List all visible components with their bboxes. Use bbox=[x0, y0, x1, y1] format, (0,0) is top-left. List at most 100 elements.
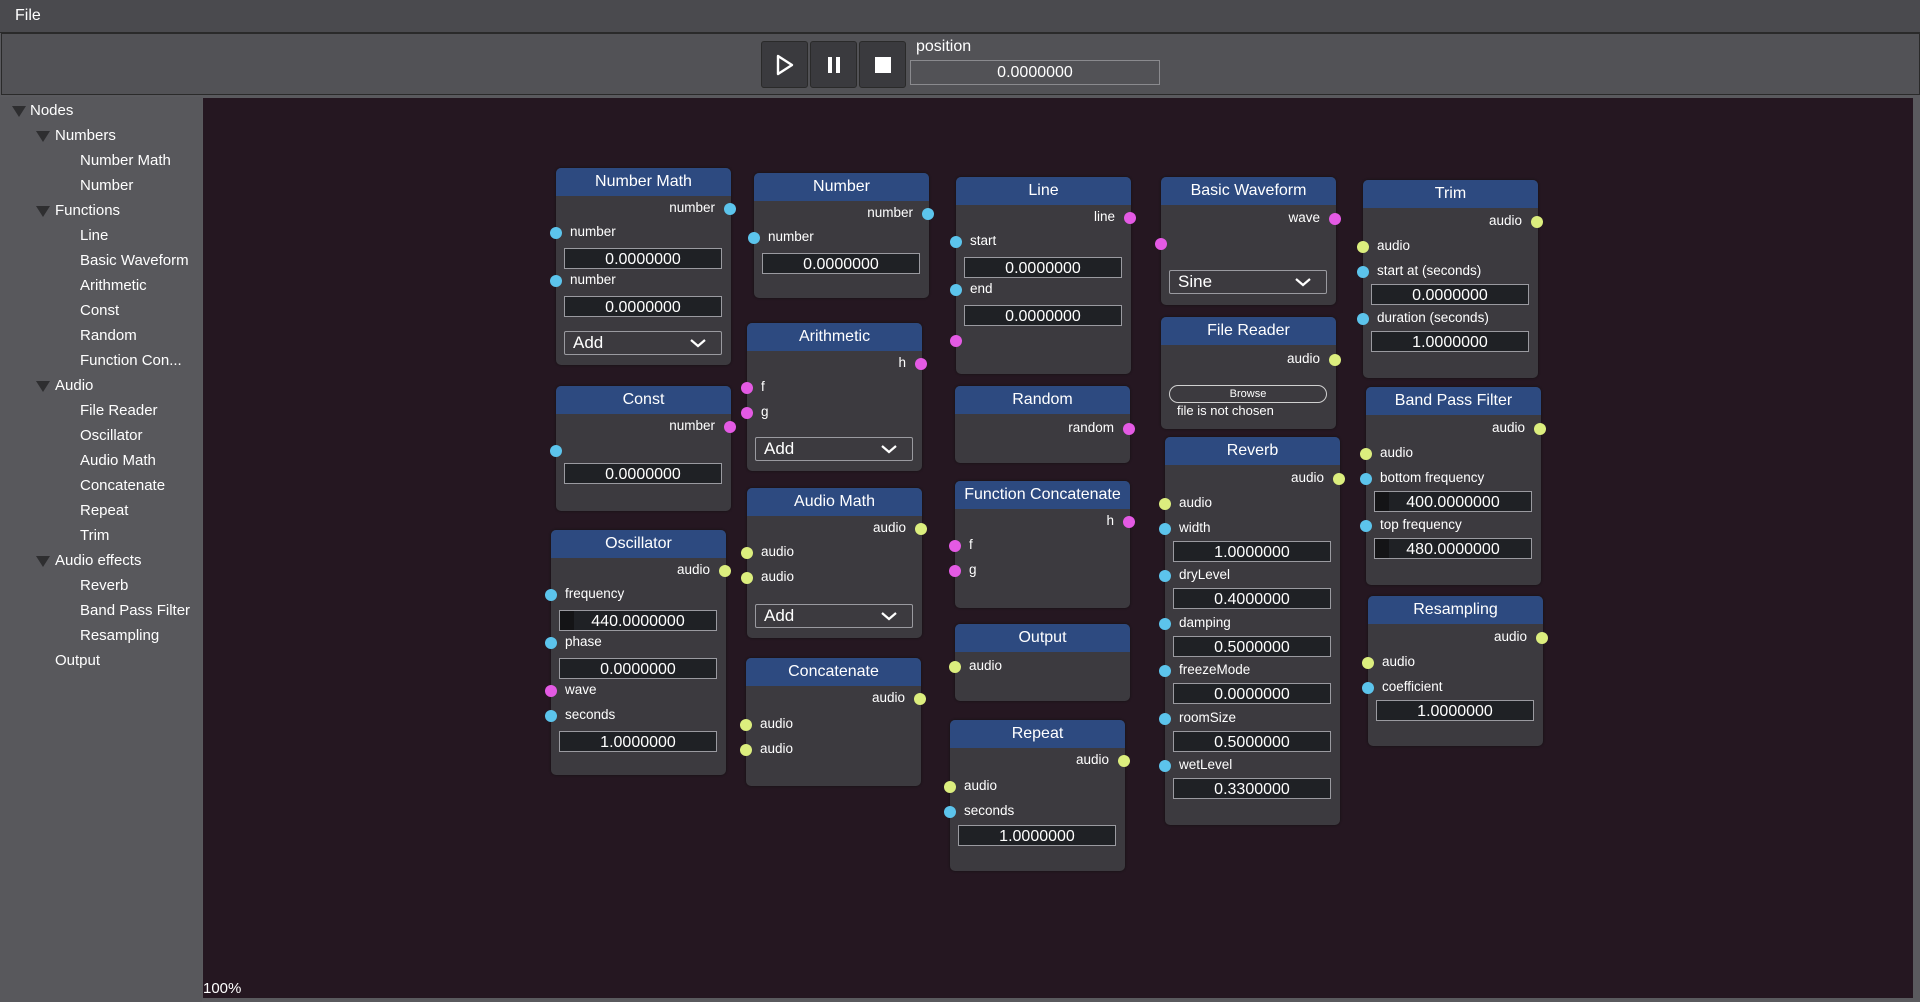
node-title[interactable]: Audio Math bbox=[747, 488, 922, 516]
pause-button[interactable] bbox=[810, 41, 857, 88]
tree-item-nodes[interactable]: Nodes bbox=[30, 102, 73, 119]
seconds-field[interactable]: 1.0000000 bbox=[559, 731, 717, 752]
tree-item-number-math[interactable]: Number Math bbox=[80, 152, 171, 169]
tree-item-concatenate[interactable]: Concatenate bbox=[80, 477, 165, 494]
output-port[interactable] bbox=[915, 358, 927, 370]
output-port[interactable] bbox=[1123, 516, 1135, 528]
tree-item-band-pass-filter[interactable]: Band Pass Filter bbox=[80, 602, 190, 619]
operation-select[interactable]: Add bbox=[755, 604, 913, 628]
output-port[interactable] bbox=[1534, 423, 1546, 435]
tree-item-line[interactable]: Line bbox=[80, 227, 108, 244]
output-port[interactable] bbox=[1329, 213, 1341, 225]
tree-item-audio[interactable]: Audio bbox=[55, 377, 93, 394]
output-port[interactable] bbox=[1531, 216, 1543, 228]
number-field[interactable]: 0.0000000 bbox=[564, 463, 722, 484]
stop-button[interactable] bbox=[859, 41, 906, 88]
damping-field[interactable]: 0.5000000 bbox=[1173, 636, 1331, 657]
node-resampling[interactable]: Resampling audio audio coefficient 1.000… bbox=[1362, 596, 1548, 746]
node-canvas[interactable]: Number Math number number 0.0000000 numb… bbox=[203, 98, 1913, 998]
expand-triangle-icon[interactable] bbox=[12, 106, 26, 117]
tree-item-const[interactable]: Const bbox=[80, 302, 119, 319]
output-port[interactable] bbox=[914, 693, 926, 705]
node-concatenate[interactable]: Concatenate audio audio audio bbox=[740, 658, 926, 786]
duration-field[interactable]: 1.0000000 bbox=[1371, 331, 1529, 352]
node-audio-math[interactable]: Audio Math audio audio audio Add bbox=[741, 488, 927, 638]
node-title[interactable]: Line bbox=[956, 177, 1131, 205]
node-title[interactable]: Arithmetic bbox=[747, 323, 922, 351]
operation-select[interactable]: Add bbox=[755, 437, 913, 461]
node-title[interactable]: Const bbox=[556, 386, 731, 414]
start-field[interactable]: 0.0000000 bbox=[964, 257, 1122, 278]
output-port[interactable] bbox=[922, 208, 934, 220]
node-title[interactable]: Reverb bbox=[1165, 437, 1340, 465]
node-line[interactable]: Line line start 0.0000000 end 0.0000000 bbox=[950, 177, 1136, 374]
expand-triangle-icon[interactable] bbox=[36, 206, 50, 217]
browse-button[interactable]: Browse bbox=[1169, 385, 1327, 403]
input-port[interactable] bbox=[950, 335, 962, 347]
start-field[interactable]: 0.0000000 bbox=[1371, 284, 1529, 305]
node-arithmetic[interactable]: Arithmetic h f g Add bbox=[741, 323, 927, 471]
frequency-field[interactable]: 440.0000000 bbox=[559, 610, 717, 631]
node-number-math[interactable]: Number Math number number 0.0000000 numb… bbox=[550, 168, 736, 365]
node-title[interactable]: Number Math bbox=[556, 168, 731, 196]
output-port[interactable] bbox=[1329, 354, 1341, 366]
output-port[interactable] bbox=[724, 203, 736, 215]
node-title[interactable]: Output bbox=[955, 624, 1130, 652]
tree-item-repeat[interactable]: Repeat bbox=[80, 502, 128, 519]
tree-item-oscillator[interactable]: Oscillator bbox=[80, 427, 143, 444]
number-field[interactable]: 0.0000000 bbox=[564, 296, 722, 317]
node-number[interactable]: Number number number 0.0000000 bbox=[748, 173, 934, 298]
node-title[interactable]: Repeat bbox=[950, 720, 1125, 748]
node-title[interactable]: Basic Waveform bbox=[1161, 177, 1336, 205]
freezemode-field[interactable]: 0.0000000 bbox=[1173, 683, 1331, 704]
node-title[interactable]: Number bbox=[754, 173, 929, 201]
node-const[interactable]: Const number 0.0000000 bbox=[550, 386, 736, 511]
node-title[interactable]: Concatenate bbox=[746, 658, 921, 686]
node-title[interactable]: Trim bbox=[1363, 180, 1538, 208]
output-port[interactable] bbox=[1124, 212, 1136, 224]
roomsize-field[interactable]: 0.5000000 bbox=[1173, 731, 1331, 752]
node-file-reader[interactable]: File Reader audio Browse file is not cho… bbox=[1161, 317, 1341, 429]
width-field[interactable]: 1.0000000 bbox=[1173, 541, 1331, 562]
tree-item-functions[interactable]: Functions bbox=[55, 202, 120, 219]
tree-item-basic-waveform[interactable]: Basic Waveform bbox=[80, 252, 189, 269]
output-port[interactable] bbox=[1333, 473, 1345, 485]
coefficient-field[interactable]: 1.0000000 bbox=[1376, 700, 1534, 721]
tree-item-output[interactable]: Output bbox=[55, 652, 100, 669]
tree-item-file-reader[interactable]: File Reader bbox=[80, 402, 158, 419]
wetlevel-field[interactable]: 0.3300000 bbox=[1173, 778, 1331, 799]
drylevel-field[interactable]: 0.4000000 bbox=[1173, 588, 1331, 609]
bottom-frequency-field[interactable]: 400.0000000 bbox=[1374, 491, 1532, 512]
node-title[interactable]: Random bbox=[955, 386, 1130, 414]
node-title[interactable]: Function Concatenate bbox=[955, 481, 1130, 509]
expand-triangle-icon[interactable] bbox=[36, 381, 50, 392]
output-port[interactable] bbox=[1536, 632, 1548, 644]
expand-triangle-icon[interactable] bbox=[36, 556, 50, 567]
phase-field[interactable]: 0.0000000 bbox=[559, 658, 717, 679]
output-port[interactable] bbox=[719, 565, 731, 577]
number-field[interactable]: 0.0000000 bbox=[762, 253, 920, 274]
node-output[interactable]: Output audio bbox=[949, 624, 1130, 701]
top-frequency-field[interactable]: 480.0000000 bbox=[1374, 538, 1532, 559]
input-port[interactable] bbox=[550, 445, 562, 457]
node-basic-waveform[interactable]: Basic Waveform wave Sine bbox=[1155, 177, 1341, 305]
tree-item-resampling[interactable]: Resampling bbox=[80, 627, 159, 644]
tree-item-random[interactable]: Random bbox=[80, 327, 137, 344]
node-band-pass-filter[interactable]: Band Pass Filter audio audio bottom freq… bbox=[1360, 387, 1546, 585]
tree-item-trim[interactable]: Trim bbox=[80, 527, 109, 544]
tree-item-audio-effects[interactable]: Audio effects bbox=[55, 552, 141, 569]
output-port[interactable] bbox=[724, 421, 736, 433]
tree-item-audio-math[interactable]: Audio Math bbox=[80, 452, 156, 469]
expand-triangle-icon[interactable] bbox=[36, 131, 50, 142]
number-field[interactable]: 0.0000000 bbox=[564, 248, 722, 269]
tree-item-numbers[interactable]: Numbers bbox=[55, 127, 116, 144]
node-title[interactable]: Oscillator bbox=[551, 530, 726, 558]
position-field[interactable]: 0.0000000 bbox=[910, 60, 1160, 85]
output-port[interactable] bbox=[1118, 755, 1130, 767]
operation-select[interactable]: Add bbox=[564, 331, 722, 355]
node-reverb[interactable]: Reverb audio audio width 1.0000000 dryLe… bbox=[1159, 437, 1345, 825]
node-repeat[interactable]: Repeat audio audio seconds 1.0000000 bbox=[944, 720, 1130, 871]
node-oscillator[interactable]: Oscillator audio frequency 440.0000000 p… bbox=[545, 530, 731, 775]
menu-file[interactable]: File bbox=[15, 7, 41, 25]
play-button[interactable] bbox=[761, 41, 808, 88]
